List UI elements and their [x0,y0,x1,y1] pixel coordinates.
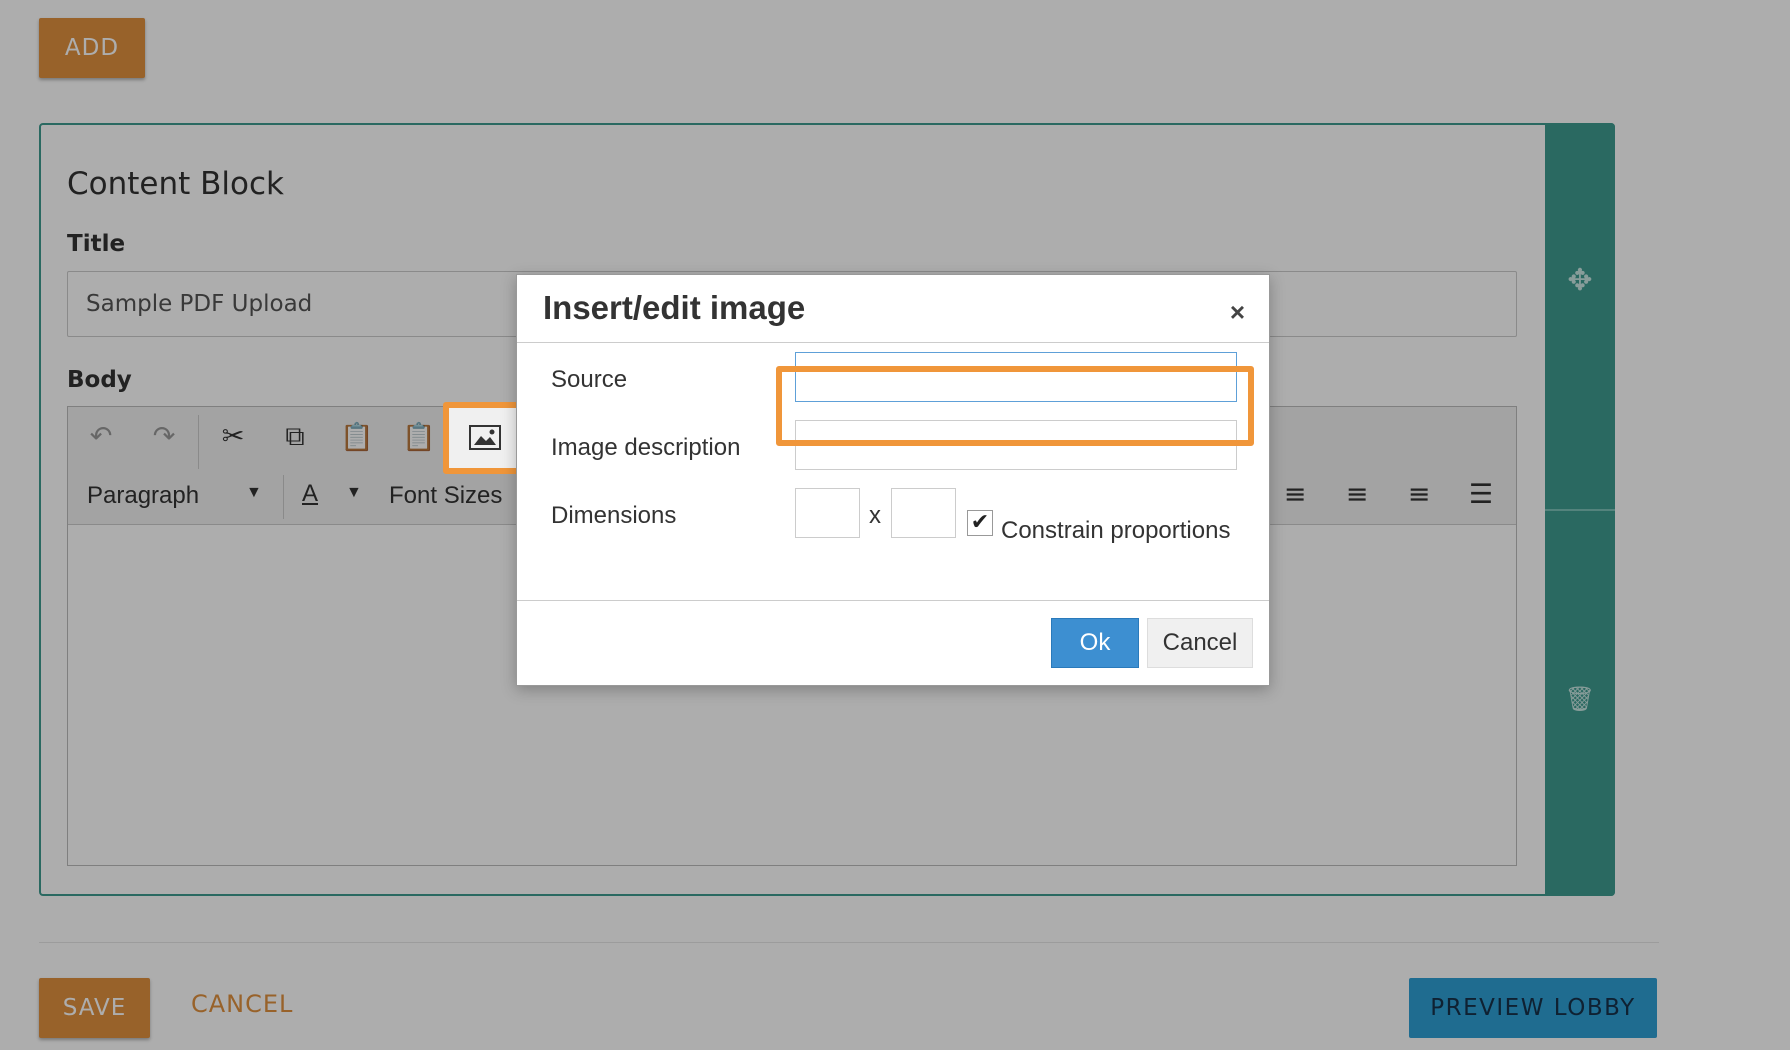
source-highlight [776,366,1254,446]
dialog-header: Insert/edit image × [517,275,1269,343]
insert-image-dialog: Insert/edit image × Source Image descrip… [516,274,1270,686]
height-input[interactable] [891,488,956,538]
width-input[interactable] [795,488,860,538]
ok-button[interactable]: Ok [1051,618,1139,668]
dimensions-separator: x [869,502,881,529]
dialog-cancel-button[interactable]: Cancel [1147,618,1253,668]
close-icon[interactable]: × [1230,297,1245,328]
dialog-title: Insert/edit image [543,289,806,326]
dialog-footer: Ok Cancel [517,600,1269,686]
constrain-checkbox[interactable]: ✔ [967,510,993,536]
image-icon [469,425,501,450]
constrain-label: Constrain proportions [1001,517,1231,544]
source-label: Source [551,366,628,393]
image-description-label: Image description [551,434,741,461]
dimensions-label: Dimensions [551,502,677,529]
